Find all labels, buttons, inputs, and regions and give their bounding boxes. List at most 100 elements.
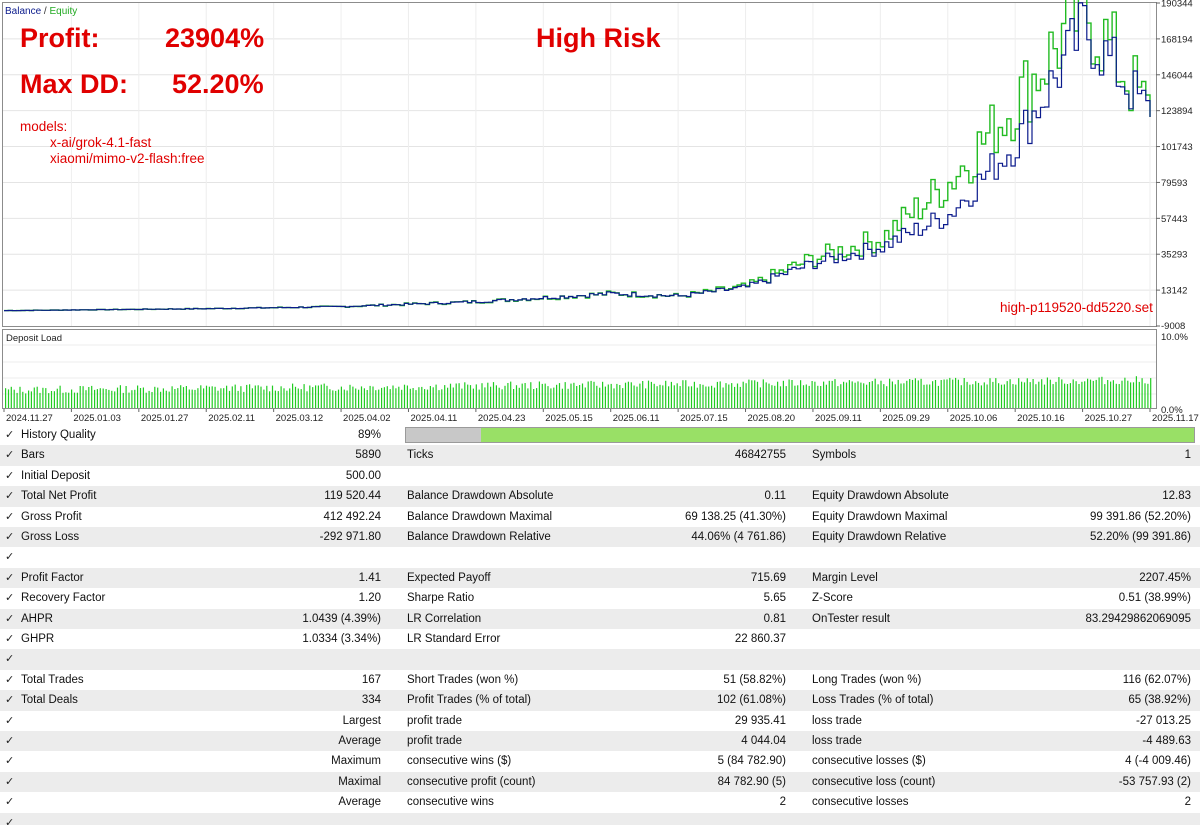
deposit-bar <box>977 382 980 408</box>
x-tick-label: 2025.10.16 <box>1017 413 1065 424</box>
row-gross-loss: ✓ Gross Loss -292 971.80 Balance Drawdow… <box>0 527 1200 548</box>
check-icon: ✓ <box>5 592 15 605</box>
deposit-bar <box>840 384 842 408</box>
y-tick-label: -9008 <box>1161 321 1185 332</box>
deposit-bar <box>711 385 713 408</box>
row-bars: ✓ Bars 5890 Ticks 46842755 Symbols 1 <box>0 445 1200 466</box>
deposit-bar <box>191 389 193 408</box>
deposit-bar <box>731 383 733 408</box>
models-label: models: <box>20 119 67 134</box>
stat-value: 29 935.41 <box>734 714 786 727</box>
deposit-bar <box>1009 379 1011 408</box>
deposit-bar <box>736 383 739 408</box>
legend: Balance / Equity <box>5 6 77 17</box>
stat-value: 2 <box>779 796 786 809</box>
deposit-bar <box>1006 381 1008 408</box>
stat-label: Gross Profit <box>21 510 82 523</box>
deposit-bar <box>613 388 615 408</box>
x-tick-label: 2025.06.11 <box>613 413 660 424</box>
deposit-bar <box>573 382 575 408</box>
deposit-bar <box>690 386 693 408</box>
deposit-bar <box>177 388 179 408</box>
deposit-bar <box>874 378 876 408</box>
y-axis-ticks: 190344 168194 146044 123894 101743 79593 57443… <box>1156 0 1193 332</box>
deposit-bar <box>303 384 305 408</box>
deposit-bar <box>696 387 698 408</box>
deposit-bar <box>507 383 509 408</box>
deposit-bar <box>854 382 856 408</box>
deposit-bar <box>1026 378 1028 408</box>
deposit-bar <box>774 385 776 408</box>
deposit-bar <box>748 379 750 408</box>
deposit-bar <box>343 389 345 408</box>
deposit-bar <box>249 384 251 408</box>
deposit-bar <box>1058 377 1060 408</box>
deposit-bar <box>154 386 156 408</box>
deposit-bar <box>56 388 58 408</box>
x-tick-label: 2025.09.29 <box>882 413 930 424</box>
risk-label: High Risk <box>536 23 662 53</box>
deposit-bar <box>883 384 885 408</box>
stat-label: Gross Loss <box>21 531 80 543</box>
deposit-bar <box>688 386 690 408</box>
deposit-bar <box>45 388 47 408</box>
deposit-bar <box>866 384 868 408</box>
stat-value: 51 (58.82%) <box>723 673 786 686</box>
deposit-bar <box>1069 383 1071 408</box>
deposit-bar <box>39 392 41 408</box>
deposit-bar <box>1141 378 1143 408</box>
deposit-bar <box>843 381 845 408</box>
deposit-bar <box>934 380 937 408</box>
deposit-bar <box>464 382 466 408</box>
stat-value: 2207.45% <box>1139 571 1191 584</box>
stat-value: 1 <box>1184 449 1191 462</box>
stat-value: 4 (-4 009.46) <box>1125 755 1191 768</box>
deposit-bar <box>550 388 552 408</box>
row-gross-profit: ✓ Gross Profit 412 492.24 Balance Drawdo… <box>0 507 1200 527</box>
deposit-bar <box>119 385 121 408</box>
check-icon: ✓ <box>5 633 15 645</box>
deposit-bar <box>633 385 635 408</box>
deposit-bar <box>71 389 73 408</box>
deposit-bar <box>134 389 136 408</box>
deposit-bar <box>418 387 420 408</box>
deposit-bar <box>1112 380 1114 408</box>
deposit-bar <box>1078 384 1080 408</box>
deposit-bar <box>966 381 968 408</box>
deposit-bar <box>670 381 672 408</box>
deposit-bar <box>642 381 644 408</box>
row-total-net-profit: ✓ Total Net Profit 119 520.44 Balance Dr… <box>0 486 1200 507</box>
row-average: ✓ Average profit trade 4 044.04 loss tra… <box>0 731 1200 752</box>
deposit-bar <box>762 379 764 408</box>
stat-label: GHPR <box>21 633 55 645</box>
deposit-bar <box>309 385 311 408</box>
x-tick-label: 2025.09.11 <box>815 413 862 424</box>
deposit-bar <box>286 390 288 408</box>
deposit-bar <box>624 382 627 408</box>
deposit-bar <box>992 381 994 408</box>
y-tick-label: 101743 <box>1161 142 1193 153</box>
x-tick-label: 2025.01.27 <box>141 413 189 424</box>
deposit-bar <box>42 387 44 408</box>
stat-label: Profit Trades (% of total) <box>407 694 531 707</box>
stat-value: 5.65 <box>763 592 786 605</box>
stat-label: Balance Drawdown Maximal <box>407 510 553 523</box>
stat-value: 22 860.37 <box>734 633 786 645</box>
deposit-bar <box>269 391 271 408</box>
row-empty: ✓ <box>0 812 1200 829</box>
x-tick-label: 2025.10.27 <box>1085 413 1133 424</box>
deposit-bar <box>863 383 865 408</box>
x-tick-label: 2025.04.11 <box>410 413 457 424</box>
deposit-bar <box>1029 382 1031 408</box>
deposit-bar <box>226 385 228 408</box>
deposit-bar <box>581 383 584 408</box>
legend-balance: Balance <box>5 6 42 17</box>
deposit-bar <box>742 381 744 408</box>
deposit-bar <box>366 390 368 408</box>
deposit-bar <box>926 384 928 408</box>
deposit-bar <box>645 388 647 408</box>
deposit-bar <box>171 386 173 408</box>
stat-value: Largest <box>342 714 381 727</box>
deposit-bar <box>378 389 380 408</box>
deposit-bar <box>467 384 469 408</box>
